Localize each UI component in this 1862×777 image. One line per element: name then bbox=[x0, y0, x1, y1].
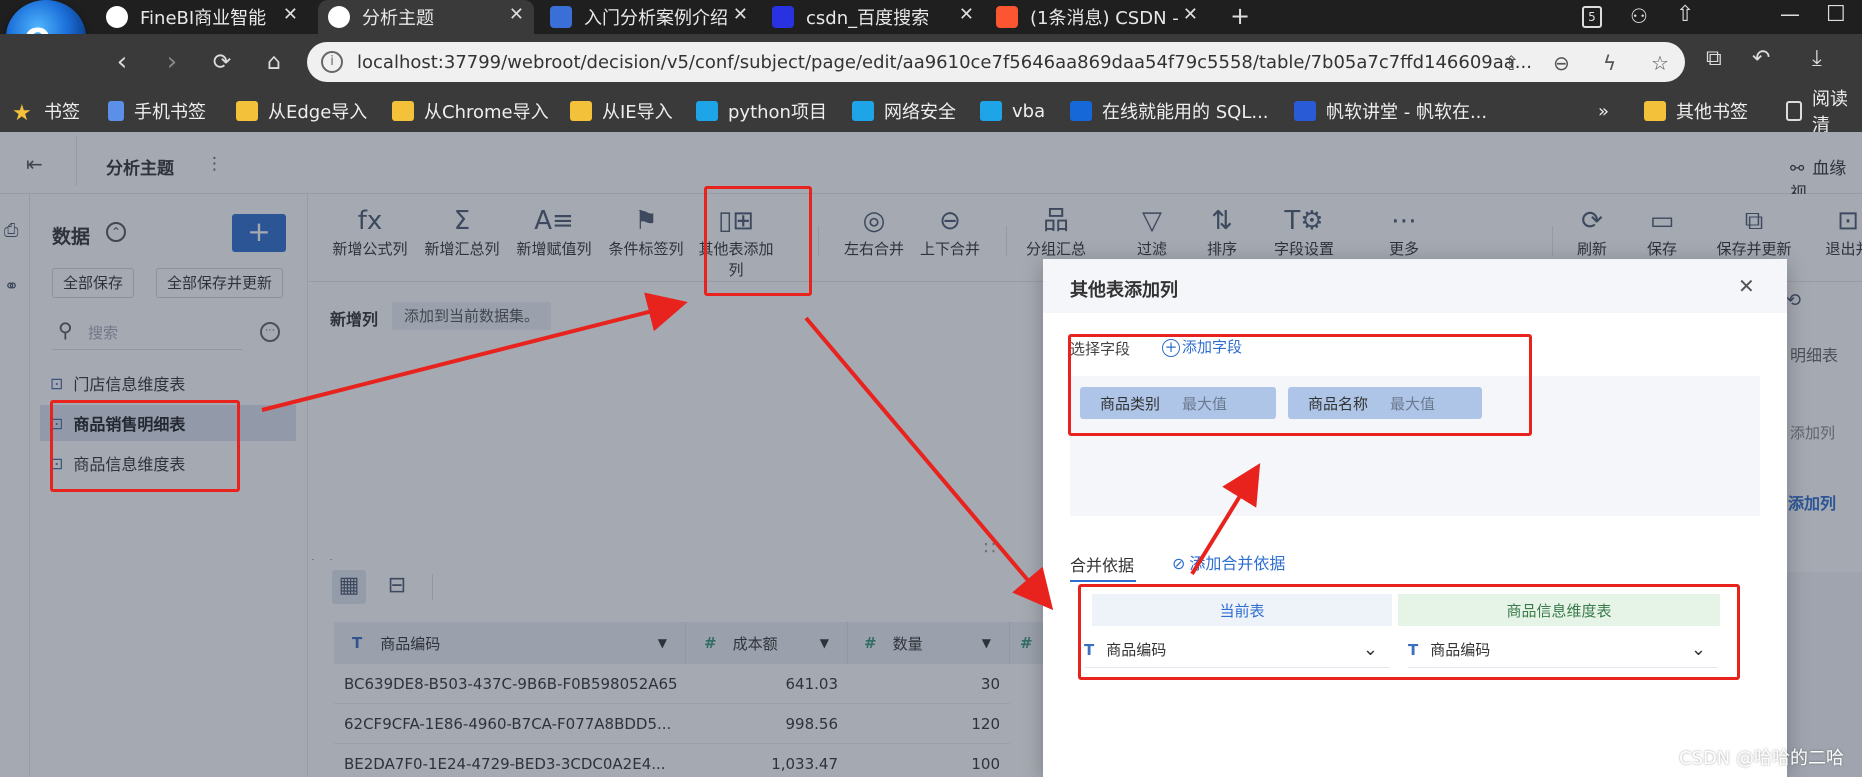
arrow bbox=[1190, 463, 1261, 576]
arrow bbox=[804, 316, 1054, 611]
watermark: CSDN @哈哈的二哈 bbox=[1678, 748, 1844, 769]
arrow bbox=[261, 292, 688, 412]
annotation-arrows bbox=[261, 292, 1261, 611]
